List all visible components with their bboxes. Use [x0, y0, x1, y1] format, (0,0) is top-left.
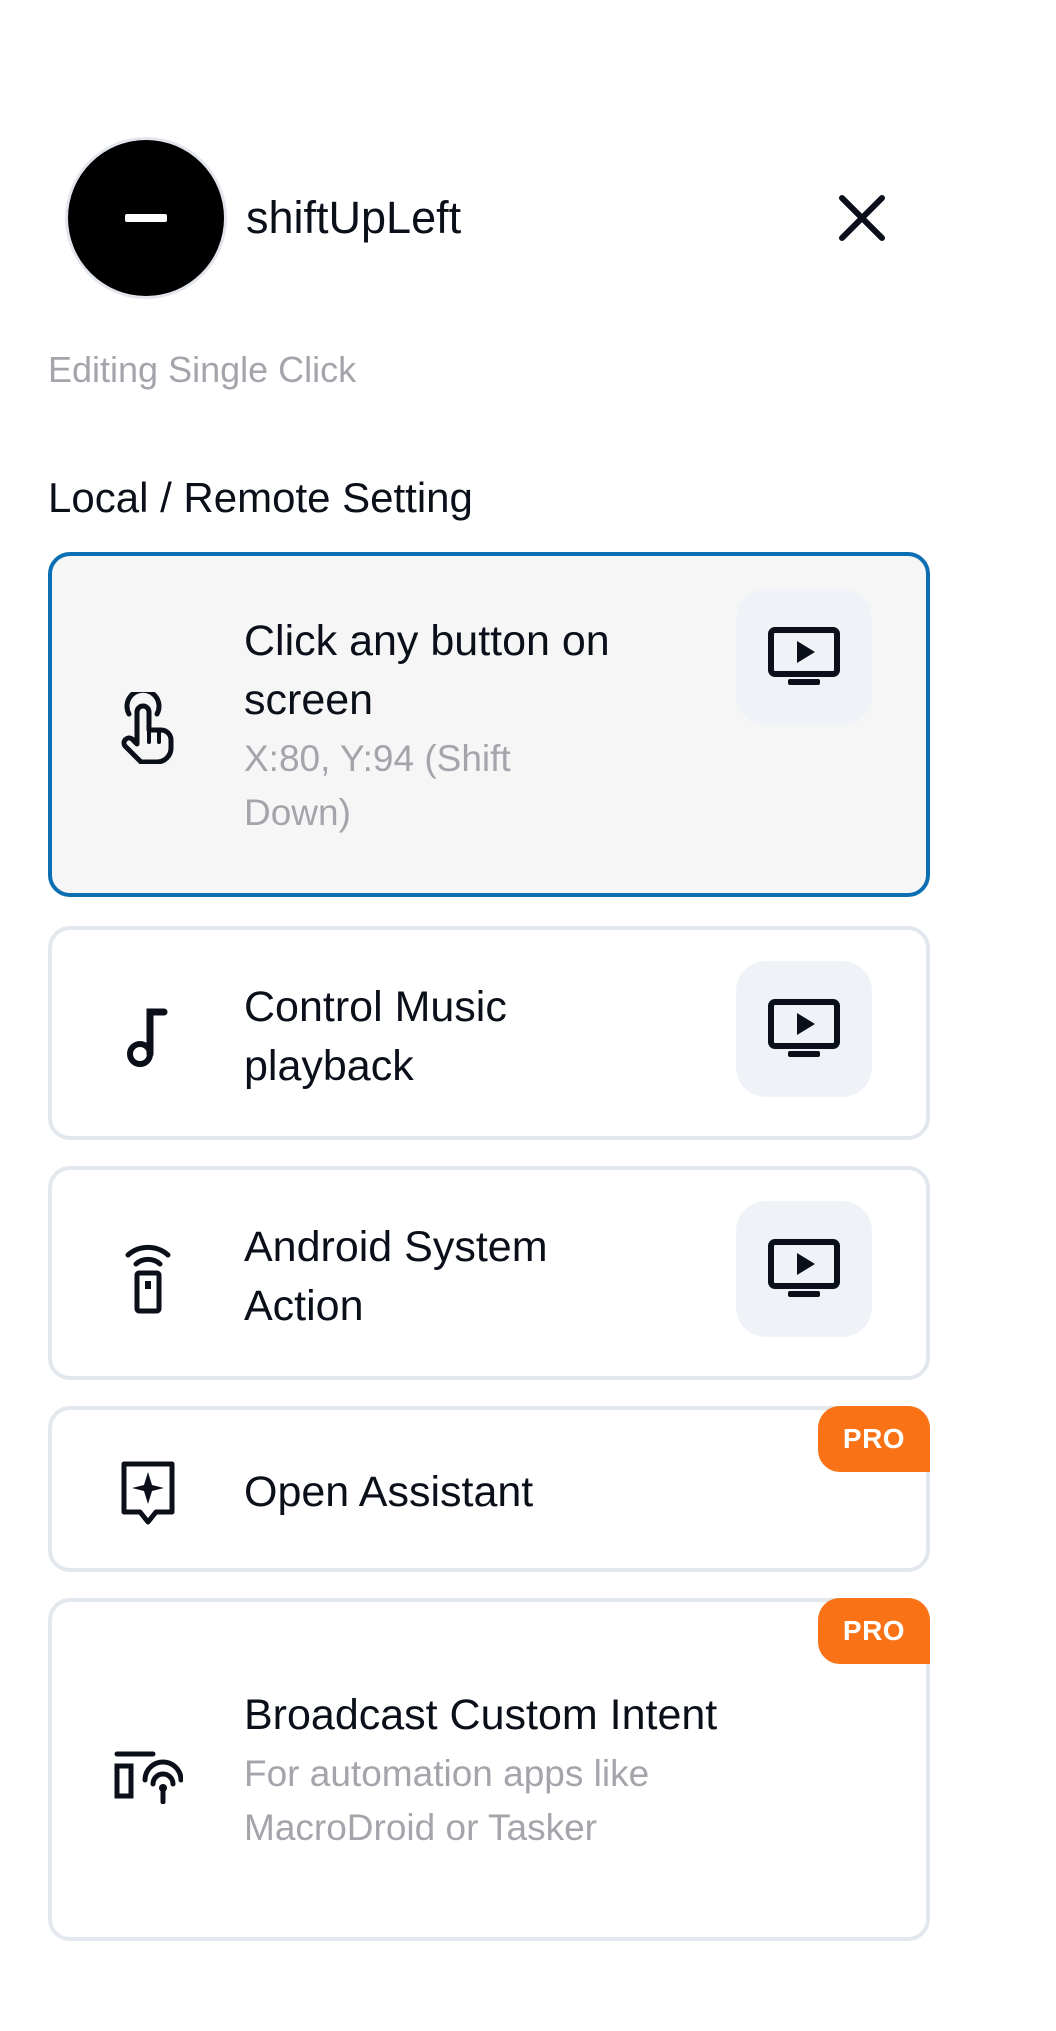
option-control-music[interactable]: Control Music playback: [48, 926, 930, 1140]
option-title: Broadcast Custom Intent: [244, 1691, 718, 1739]
assistant-icon: [112, 1457, 184, 1529]
preview-button[interactable]: [736, 961, 872, 1097]
play-screen-icon: [768, 1239, 840, 1297]
option-broadcast-intent[interactable]: Broadcast Custom Intent For automation a…: [48, 1598, 930, 1941]
option-description: X:80, Y:94 (Shift Down): [244, 738, 511, 833]
editing-subtitle: Editing Single Click: [48, 349, 357, 390]
preview-button[interactable]: [736, 1201, 872, 1337]
option-title: Open Assistant: [244, 1468, 534, 1516]
avatar[interactable]: [68, 140, 224, 296]
header: shiftUpLeft: [68, 140, 912, 296]
option-text: Broadcast Custom Intent For automation a…: [244, 1686, 824, 1855]
option-title: Click any button on screen: [244, 617, 610, 724]
close-button[interactable]: [826, 182, 898, 254]
option-open-assistant[interactable]: Open Assistant PRO: [48, 1406, 930, 1572]
play-screen-icon: [768, 999, 840, 1057]
preview-button[interactable]: [736, 589, 872, 725]
music-note-icon: [112, 1001, 184, 1073]
option-text: Android System Action: [244, 1218, 644, 1336]
option-text: Open Assistant: [244, 1463, 724, 1522]
pro-badge: PRO: [818, 1598, 930, 1664]
tap-icon: [112, 692, 184, 764]
header-title: shiftUpLeft: [246, 192, 462, 243]
play-screen-icon: [768, 627, 840, 685]
option-text: Click any button on screen X:80, Y:94 (S…: [244, 612, 704, 840]
remote-icon: [112, 1241, 184, 1314]
option-description: For automation apps like MacroDroid or T…: [244, 1753, 650, 1848]
pro-badge: PRO: [818, 1406, 930, 1472]
option-android-system-action[interactable]: Android System Action: [48, 1166, 930, 1380]
minus-icon: [125, 214, 167, 222]
option-title: Android System Action: [244, 1223, 548, 1330]
close-icon: [839, 195, 885, 241]
option-click-button[interactable]: Click any button on screen X:80, Y:94 (S…: [48, 552, 930, 897]
broadcast-icon: [112, 1738, 184, 1810]
option-title: Control Music playback: [244, 983, 507, 1090]
option-text: Control Music playback: [244, 978, 644, 1096]
section-title: Local / Remote Setting: [48, 474, 473, 521]
